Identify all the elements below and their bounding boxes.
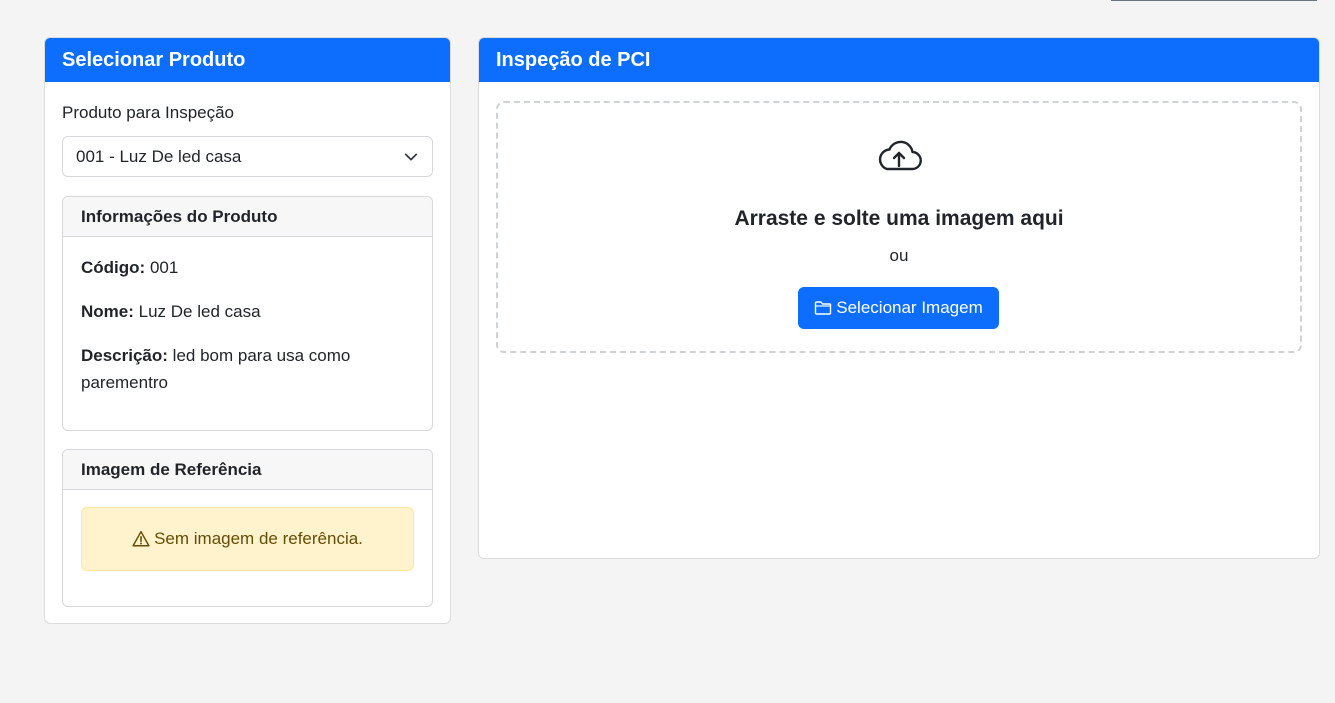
- no-reference-text: Sem imagem de referência.: [154, 529, 363, 548]
- select-product-card: Selecionar Produto Produto para Inspeção…: [44, 37, 451, 624]
- chevron-down-icon: [404, 153, 418, 161]
- top-edge-element: [1111, 0, 1317, 1]
- product-name-value: Luz De led casa: [138, 302, 261, 321]
- product-code-line: Código: 001: [81, 254, 411, 281]
- select-image-button[interactable]: Selecionar Imagem: [798, 287, 999, 329]
- dropzone-or-text: ou: [889, 246, 909, 265]
- warning-triangle-icon: [132, 530, 150, 547]
- product-code-value: 001: [149, 258, 179, 277]
- dropzone-title: Arraste e solte uma imagem aqui: [734, 207, 1064, 230]
- product-info-card: Informações do Produto Código: 001 Nome:…: [62, 196, 433, 431]
- product-code-label: Código:: [81, 258, 146, 277]
- product-select-value: 001 - Luz De led casa: [76, 147, 242, 166]
- product-description-line: Descrição: led bom para usa como paremen…: [81, 342, 411, 396]
- product-info-title: Informações do Produto: [63, 197, 432, 237]
- pcb-inspection-header: Inspeção de PCI: [479, 38, 1319, 82]
- select-product-header: Selecionar Produto: [45, 38, 450, 82]
- reference-image-title: Imagem de Referência: [63, 450, 432, 490]
- reference-image-card: Imagem de Referência Sem imagem de refer…: [62, 449, 433, 607]
- image-dropzone[interactable]: Arraste e solte uma imagem aqui ou Selec…: [496, 101, 1302, 353]
- product-select[interactable]: 001 - Luz De led casa: [62, 136, 433, 177]
- product-name-label: Nome:: [81, 302, 134, 321]
- product-description-label: Descrição:: [81, 346, 168, 365]
- folder-icon: [815, 301, 832, 315]
- product-name-line: Nome: Luz De led casa: [81, 298, 411, 325]
- select-image-label: Selecionar Imagem: [836, 298, 983, 317]
- pcb-inspection-card: Inspeção de PCI Arraste e solte uma imag…: [478, 37, 1320, 559]
- cloud-upload-icon: [878, 140, 922, 171]
- product-field-label: Produto para Inspeção: [62, 103, 235, 122]
- no-reference-alert: Sem imagem de referência.: [81, 507, 414, 571]
